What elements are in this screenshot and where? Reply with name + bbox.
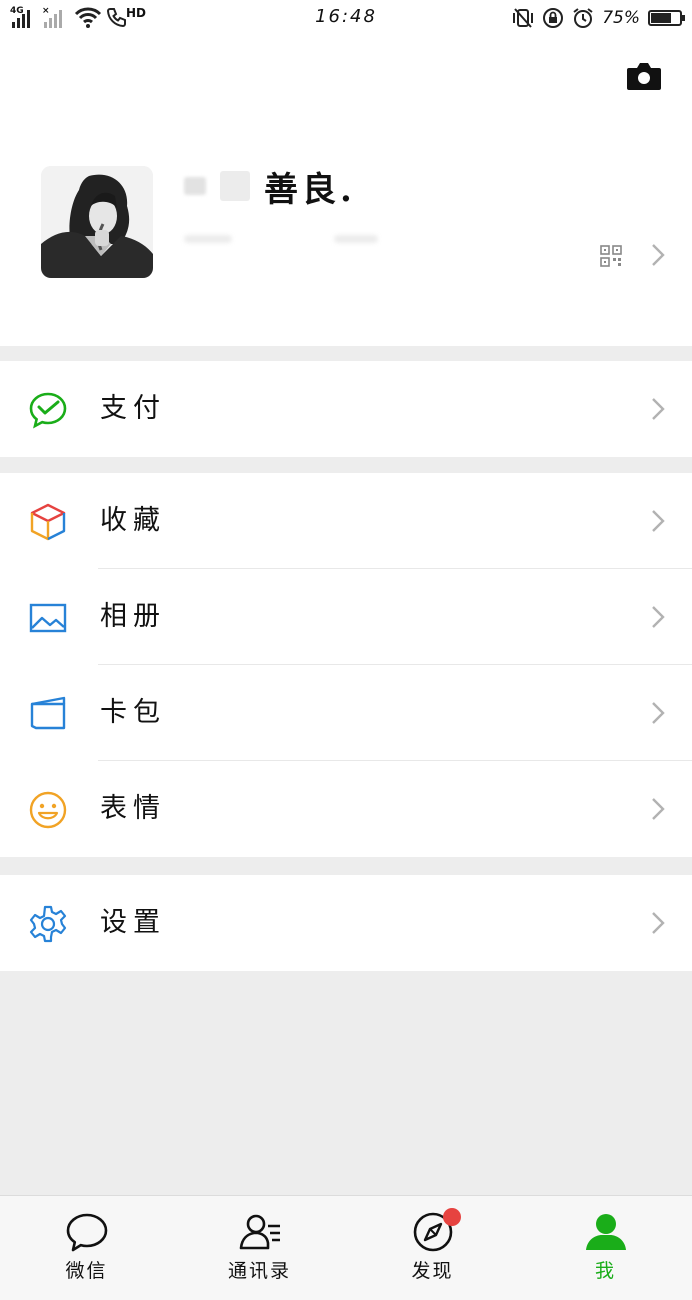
menu-group-main: 收藏 相册 卡包 表情: [0, 473, 692, 857]
status-right-icons: 75%: [512, 6, 685, 30]
contacts-icon: [239, 1214, 280, 1250]
menu-item-favorites[interactable]: 收藏: [0, 473, 692, 569]
menu-item-cards[interactable]: 卡包: [0, 665, 692, 761]
tab-label: 微信: [65, 1260, 108, 1282]
tab-contacts[interactable]: 通讯录: [173, 1196, 346, 1300]
tab-me[interactable]: 我: [519, 1196, 692, 1300]
menu-item-stickers[interactable]: 表情: [0, 761, 692, 857]
person-icon: [585, 1214, 626, 1250]
chevron-right-icon: [652, 798, 665, 820]
tab-label: 发现: [411, 1260, 454, 1282]
menu-label-settings: 设置: [100, 907, 166, 938]
wechat-id-blurred: [184, 231, 394, 249]
profile-name-row: 善良.: [184, 164, 356, 210]
tab-label: 通讯录: [227, 1260, 291, 1282]
profile-name: 善良.: [264, 169, 356, 210]
camera-icon[interactable]: [626, 60, 662, 92]
avatar[interactable]: [41, 166, 153, 278]
chat-bubble-icon: [66, 1213, 107, 1252]
menu-label-stickers: 表情: [100, 793, 166, 824]
menu-item-album[interactable]: 相册: [0, 569, 692, 665]
status-bar: 4G × HD 16:48 75%: [0, 0, 692, 36]
chevron-right-icon: [652, 244, 665, 266]
avatar-image: [41, 166, 153, 278]
alarm-icon: [573, 8, 593, 28]
qr-code-icon[interactable]: [600, 245, 622, 267]
chevron-right-icon: [652, 912, 665, 934]
menu-item-pay[interactable]: 支付: [0, 361, 692, 457]
battery-percent: 75%: [602, 8, 640, 28]
tab-chats[interactable]: 微信: [0, 1196, 173, 1300]
menu-label-favorites: 收藏: [100, 505, 166, 536]
notification-badge: [443, 1208, 461, 1226]
chevron-right-icon: [652, 510, 665, 532]
rotation-lock-icon: [543, 8, 564, 28]
menu-item-settings[interactable]: 设置: [0, 875, 692, 971]
chevron-right-icon: [652, 702, 665, 724]
vibrate-off-icon: [513, 8, 534, 28]
profile-header[interactable]: 善良.: [0, 36, 692, 346]
tab-discover[interactable]: 发现: [346, 1196, 519, 1300]
menu-group-settings: 设置: [0, 875, 692, 971]
menu-group-pay: 支付: [0, 361, 692, 457]
name-blur: [184, 177, 206, 195]
menu-label-album: 相册: [100, 601, 166, 632]
cube-icon: [30, 503, 66, 541]
name-blur: [220, 171, 250, 201]
tab-label: 我: [594, 1260, 616, 1282]
wallet-icon: [30, 696, 66, 730]
smiley-icon: [29, 791, 67, 829]
battery-icon: [648, 10, 685, 26]
wechat-pay-icon: [29, 392, 67, 429]
image-icon: [29, 603, 67, 633]
chevron-right-icon: [652, 606, 665, 628]
chevron-right-icon: [652, 398, 665, 420]
menu-label-cards: 卡包: [100, 697, 166, 728]
gear-icon: [29, 905, 67, 943]
bottom-tab-bar: 微信 通讯录 发现 我: [0, 1195, 692, 1300]
menu-label-pay: 支付: [100, 393, 166, 424]
